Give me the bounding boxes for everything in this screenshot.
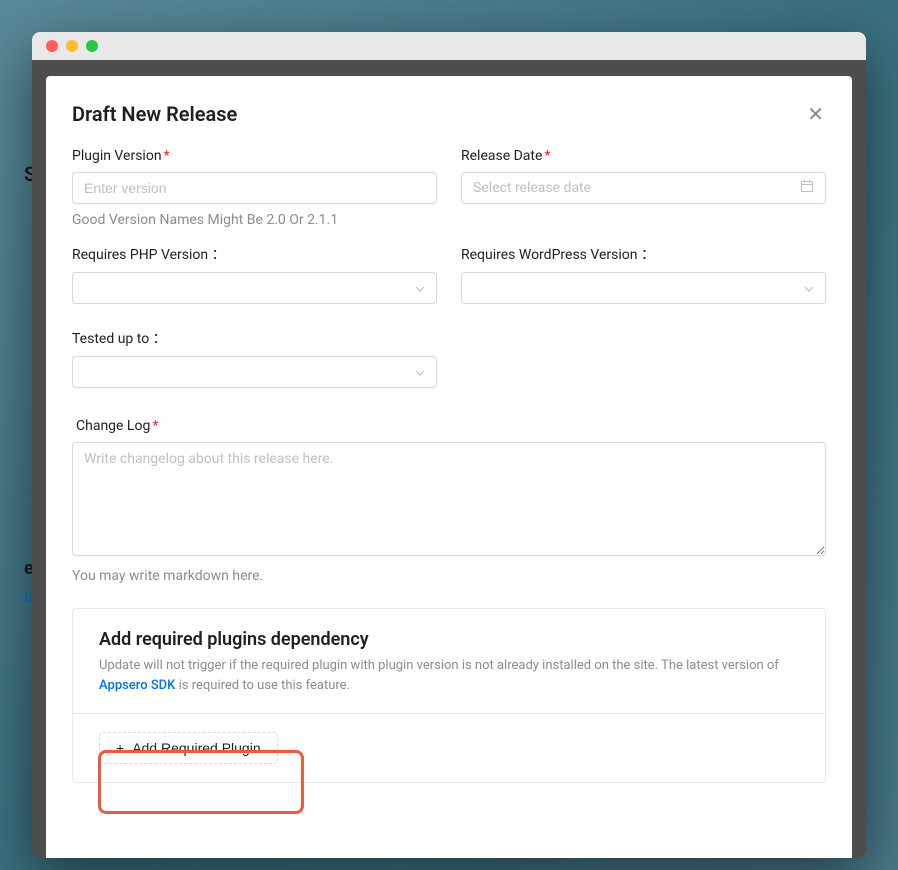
php-version-select[interactable] bbox=[72, 272, 437, 304]
label-text: Requires WordPress Version bbox=[461, 247, 638, 263]
changelog-hint: You may write markdown here. bbox=[72, 568, 826, 584]
required-asterisk: * bbox=[544, 148, 550, 164]
appsero-sdk-link[interactable]: Appsero SDK bbox=[99, 678, 175, 693]
wp-version-select[interactable] bbox=[461, 272, 826, 304]
date-placeholder: Select release date bbox=[473, 180, 591, 196]
desc-text: Update will not trigger if the required … bbox=[99, 658, 779, 673]
modal-title: Draft New Release bbox=[72, 102, 237, 126]
label-text: Tested up to bbox=[72, 331, 149, 347]
label-text: Requires PHP Version bbox=[72, 247, 208, 263]
window-maximize-dot[interactable] bbox=[86, 40, 98, 52]
dependency-body: + Add Required Plugin bbox=[73, 714, 825, 782]
php-version-label: Requires PHP Version bbox=[72, 244, 437, 264]
form-row: Tested up to bbox=[72, 328, 826, 388]
wp-version-field: Requires WordPress Version bbox=[461, 244, 826, 304]
tested-upto-field: Tested up to bbox=[72, 328, 437, 388]
modal-header: Draft New Release ✕ bbox=[46, 102, 852, 148]
chevron-down-icon bbox=[804, 282, 814, 295]
release-modal: Draft New Release ✕ Plugin Version* Good… bbox=[46, 76, 852, 858]
release-date-field: Release Date* Select release date bbox=[461, 148, 826, 228]
app-window: Draft New Release ✕ Plugin Version* Good… bbox=[32, 32, 866, 858]
form-row: Plugin Version* Good Version Names Might… bbox=[72, 148, 826, 228]
label-text: Release Date bbox=[461, 148, 542, 164]
changelog-textarea[interactable] bbox=[72, 442, 826, 556]
release-date-input[interactable]: Select release date bbox=[461, 172, 826, 204]
window-titlebar bbox=[32, 32, 866, 60]
tested-upto-select[interactable] bbox=[72, 356, 437, 388]
add-required-plugin-button[interactable]: + Add Required Plugin bbox=[99, 732, 278, 764]
button-label: Add Required Plugin bbox=[132, 740, 260, 756]
calendar-icon bbox=[800, 179, 814, 197]
chevron-down-icon bbox=[415, 366, 425, 379]
dependency-description: Update will not trigger if the required … bbox=[99, 656, 799, 695]
empty-col bbox=[461, 328, 826, 388]
chevron-down-icon bbox=[415, 282, 425, 295]
form-body: Plugin Version* Good Version Names Might… bbox=[46, 148, 852, 783]
release-date-label: Release Date* bbox=[461, 148, 826, 164]
label-text: Plugin Version bbox=[72, 148, 162, 164]
plugin-version-input[interactable] bbox=[72, 172, 437, 204]
close-icon[interactable]: ✕ bbox=[805, 102, 826, 126]
window-close-dot[interactable] bbox=[46, 40, 58, 52]
label-text: Change Log bbox=[76, 418, 150, 434]
wp-version-label: Requires WordPress Version bbox=[461, 244, 826, 264]
changelog-label: Change Log* bbox=[76, 418, 826, 434]
tested-upto-label: Tested up to bbox=[72, 328, 437, 348]
plus-icon: + bbox=[116, 741, 124, 755]
window-minimize-dot[interactable] bbox=[66, 40, 78, 52]
changelog-field: Change Log* You may write markdown here. bbox=[72, 418, 826, 584]
version-hint: Good Version Names Might Be 2.0 Or 2.1.1 bbox=[72, 212, 437, 228]
desc-text: is required to use this feature. bbox=[175, 678, 350, 693]
dependency-title: Add required plugins dependency bbox=[99, 629, 799, 650]
php-version-field: Requires PHP Version bbox=[72, 244, 437, 304]
dependency-header: Add required plugins dependency Update w… bbox=[73, 609, 825, 714]
form-row: Requires PHP Version Requires WordPress … bbox=[72, 244, 826, 304]
dependency-section: Add required plugins dependency Update w… bbox=[72, 608, 826, 783]
required-asterisk: * bbox=[152, 418, 158, 434]
required-asterisk: * bbox=[164, 148, 170, 164]
plugin-version-label: Plugin Version* bbox=[72, 148, 437, 164]
plugin-version-field: Plugin Version* Good Version Names Might… bbox=[72, 148, 437, 228]
